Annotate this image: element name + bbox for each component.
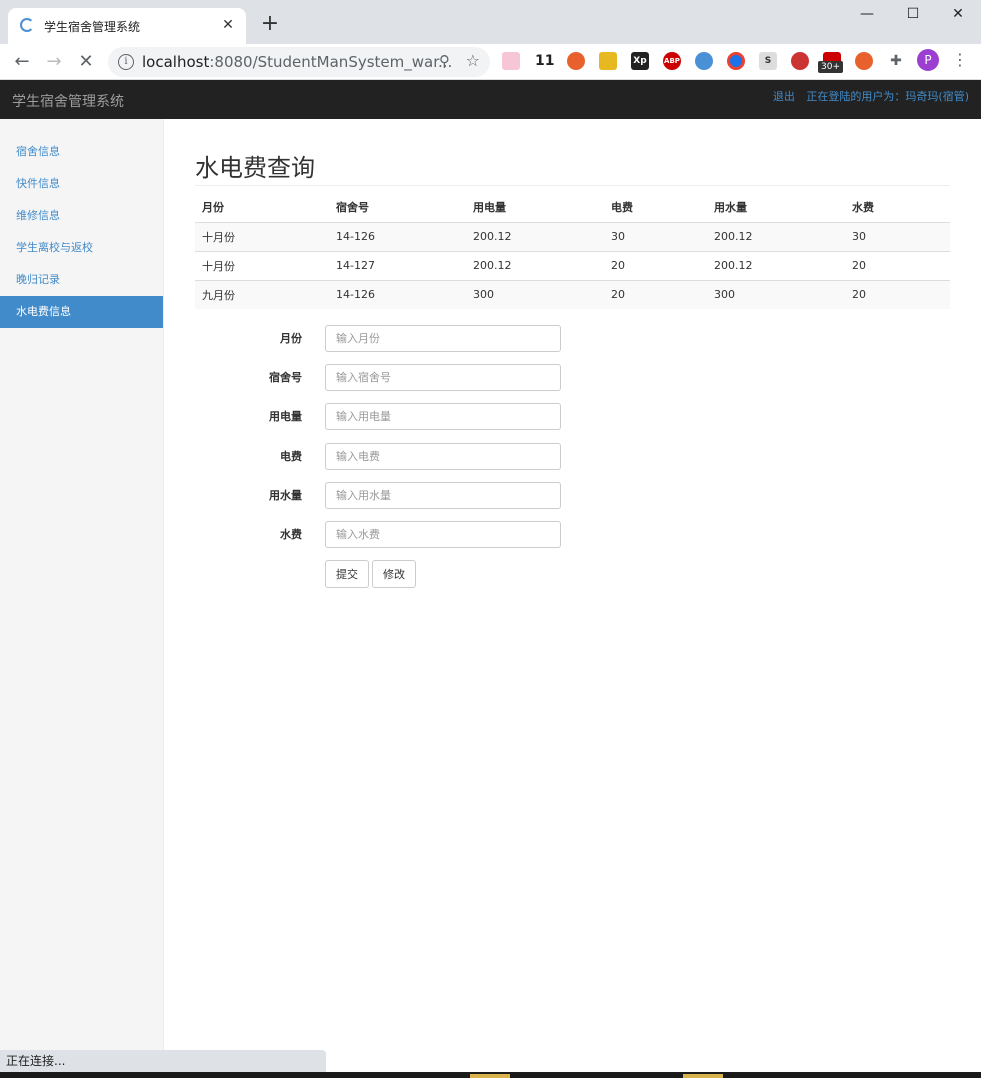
table-cell: 200.12 [466,250,604,280]
page-title: 水电费查询 [195,154,315,182]
forward-icon[interactable]: → [42,50,66,74]
table-cell: 14-126 [329,221,466,251]
table-row: 九月份 14-126 300 20 300 20 [195,279,950,309]
zoom-icon[interactable]: ⚲ [439,52,450,70]
menu-kebab-icon[interactable]: ⋮ [952,50,968,69]
app-brand[interactable]: 学生宿舍管理系统 [12,91,124,111]
maximize-button[interactable]: ☐ [890,4,936,28]
table-cell: 200.12 [707,221,845,251]
modify-button[interactable]: 修改 [372,560,416,588]
electricity-fee-label: 电费 [280,450,302,463]
profile-avatar[interactable]: P [917,49,939,71]
current-user-text: 正在登陆的用户为：玛奇玛(宿管) [806,90,969,103]
taskbar-indicator [683,1074,723,1078]
table-header-row: 月份 宿舍号 用电量 电费 用水量 水费 [195,193,950,223]
month-label: 月份 [280,332,302,345]
extension-icon[interactable] [727,52,745,70]
loading-icon [20,18,34,32]
new-tab-button[interactable]: + [258,12,282,36]
app-navbar: 学生宿舍管理系统 退出 正在登陆的用户为：玛奇玛(宿管) [0,80,981,119]
sidebar-item-dorm-info[interactable]: 宿舍信息 [0,136,163,168]
form-row-dorm-number: 宿舍号 [195,364,565,392]
water-usage-input[interactable] [325,482,561,509]
utility-fee-table: 月份 宿舍号 用电量 电费 用水量 水费 十月份 14-126 200.12 3… [195,193,950,309]
extension-badge: 30+ [818,61,843,73]
extension-icon[interactable] [567,52,585,70]
table-cell: 200.12 [707,250,845,280]
form-row-water-fee: 水费 [195,521,565,549]
table-cell: 14-126 [329,279,466,309]
form-row-electricity-fee: 电费 [195,443,565,471]
month-input[interactable] [325,325,561,352]
column-header: 用电量 [466,193,604,223]
dorm-number-input[interactable] [325,364,561,391]
sidebar-item-late-return[interactable]: 晚归记录 [0,264,163,296]
table-row: 十月份 14-126 200.12 30 200.12 30 [195,221,950,251]
water-fee-label: 水费 [280,528,302,541]
submit-button[interactable]: 提交 [325,560,369,588]
column-header: 宿舍号 [329,193,466,223]
table-cell: 20 [604,250,707,280]
electricity-usage-input[interactable] [325,403,561,430]
extension-icon[interactable]: S [759,52,777,70]
address-bar[interactable]: i localhost:8080/StudentManSystem_war...… [108,47,490,77]
title-divider [195,185,950,186]
table-cell: 十月份 [195,221,329,251]
column-header: 用水量 [707,193,845,223]
sidebar-item-leave-return[interactable]: 学生离校与返校 [0,232,163,264]
sidebar: 宿舍信息 快件信息 维修信息 学生离校与返校 晚归记录 水电费信息 [0,119,164,1078]
table-cell: 30 [604,221,707,251]
adblock-icon[interactable]: ABP [663,52,681,70]
bookmark-star-icon[interactable]: ☆ [466,51,480,70]
navbar-right: 退出 正在登陆的用户为：玛奇玛(宿管) [765,88,969,104]
tab-close-icon[interactable]: ✕ [218,15,238,35]
extension-icon[interactable] [695,52,713,70]
extension-counter-icon[interactable]: 11 [535,52,554,70]
table-cell: 20 [845,250,950,280]
table-cell: 200.12 [466,221,604,251]
taskbar-indicator [470,1074,510,1078]
stop-loading-icon[interactable]: ✕ [74,50,98,74]
water-fee-input[interactable] [325,521,561,548]
column-header: 月份 [195,193,329,223]
electricity-usage-label: 用电量 [269,410,302,423]
minimize-button[interactable]: — [844,4,890,28]
column-header: 电费 [604,193,707,223]
table-cell: 300 [707,279,845,309]
sidebar-item-parcel-info[interactable]: 快件信息 [0,168,163,200]
table-cell: 20 [845,279,950,309]
browser-titlebar: 学生宿舍管理系统 ✕ + — ☐ ✕ [0,0,981,44]
dorm-number-label: 宿舍号 [269,371,302,384]
url-text[interactable]: localhost:8080/StudentManSystem_war... [142,53,452,71]
table-cell: 30 [845,221,950,251]
logout-link[interactable]: 退出 [773,90,795,103]
extension-icon[interactable] [855,52,873,70]
extension-icon[interactable] [502,52,520,70]
extension-icon[interactable] [599,52,617,70]
browser-status-bar: 正在连接... [0,1050,326,1072]
water-usage-label: 用水量 [269,489,302,502]
table-cell: 20 [604,279,707,309]
extension-icon[interactable] [791,52,809,70]
close-window-button[interactable]: ✕ [935,4,981,28]
table-cell: 九月份 [195,279,329,309]
site-info-icon[interactable]: i [118,54,134,70]
puzzle-icon[interactable]: ✚ [887,52,905,70]
form-row-month: 月份 [195,325,565,353]
table-cell: 十月份 [195,250,329,280]
column-header: 水费 [845,193,950,223]
os-taskbar [0,1072,981,1078]
sidebar-item-utility-fees[interactable]: 水电费信息 [0,296,163,328]
form-row-electricity-usage: 用电量 [195,403,565,431]
table-row: 十月份 14-127 200.12 20 200.12 20 [195,250,950,280]
back-icon[interactable]: ← [10,50,34,74]
electricity-fee-input[interactable] [325,443,561,470]
form-row-water-usage: 用水量 [195,482,565,510]
table-cell: 14-127 [329,250,466,280]
table-cell: 300 [466,279,604,309]
extension-icon[interactable]: Xp [631,52,649,70]
tab-title: 学生宿舍管理系统 [44,20,141,34]
browser-tab[interactable]: 学生宿舍管理系统 ✕ [8,8,246,44]
sidebar-item-repair-info[interactable]: 维修信息 [0,200,163,232]
